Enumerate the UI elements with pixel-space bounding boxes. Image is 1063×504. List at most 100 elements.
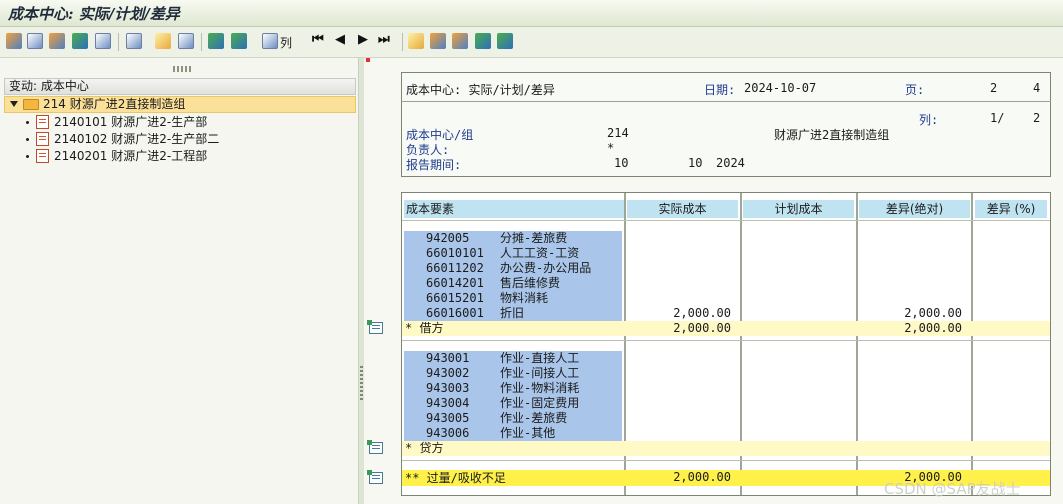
column-header-actual[interactable]: 实际成本: [627, 200, 738, 218]
new-document-icon[interactable]: [408, 33, 424, 49]
tree-node-child[interactable]: 2140201 财源广进2-工程部: [4, 148, 356, 165]
cost-element-name: 折旧: [500, 306, 525, 320]
cost-element-name: 作业-物料消耗: [500, 381, 580, 395]
cost-element-code: 66011202: [426, 261, 484, 275]
cost-element-row[interactable]: 942005 分摊-差旅费: [404, 231, 622, 247]
column-header-plan[interactable]: 计划成本: [743, 200, 854, 218]
cost-center-value: 214: [607, 126, 629, 140]
cost-element-name: 作业-直接人工: [500, 351, 580, 365]
cost-element-row[interactable]: 943001 作业-直接人工: [404, 351, 622, 367]
cost-element-row[interactable]: 66014201 售后维修费: [404, 276, 622, 292]
cost-element-row[interactable]: 943006 作业-其他: [404, 426, 622, 442]
header-divider: [401, 101, 1051, 102]
title-bar: 成本中心: 实际/计划/差异: [0, 0, 1063, 27]
tree-node-label: 214 财源广进2直接制造组: [43, 97, 186, 111]
subtotal-label: * 贷方: [405, 441, 444, 455]
report-document-icon: [36, 132, 49, 146]
export-icon[interactable]: [475, 33, 491, 49]
layout-icon[interactable]: [178, 33, 194, 49]
detail-view-icon[interactable]: [27, 33, 43, 49]
transfer-icon[interactable]: [497, 33, 513, 49]
drilldown-row-icon[interactable]: [367, 320, 383, 334]
owner-value: *: [607, 141, 615, 155]
report-title: 成本中心: 实际/计划/差异: [406, 83, 555, 97]
drilldown-row-icon[interactable]: [367, 440, 383, 454]
drilldown-row-icon[interactable]: [367, 470, 383, 484]
cost-element-row[interactable]: 66016001 折旧: [404, 306, 622, 322]
toolbar-separator: [201, 33, 202, 51]
column-header-variance-abs[interactable]: 差异(绝对): [859, 200, 970, 218]
cost-element-name: 物料消耗: [500, 291, 549, 305]
cost-element-row[interactable]: 943005 作业-差旅费: [404, 411, 622, 427]
cost-element-name: 作业-其他: [500, 426, 556, 440]
debit-variance-total: 2,000.00: [904, 321, 962, 335]
bullet-icon: [26, 138, 29, 141]
org-structure-icon[interactable]: [430, 33, 446, 49]
cost-center-name: 财源广进2直接制造组: [774, 128, 890, 142]
period-from: 10: [614, 156, 629, 170]
cost-element-name: 售后维修费: [500, 276, 561, 290]
cost-element-row[interactable]: 66011202 办公费-办公用品: [404, 261, 622, 277]
columns-button[interactable]: 列: [280, 34, 292, 51]
window-title: 成本中心: 实际/计划/差异: [8, 5, 180, 23]
total-label: ** 过量/吸收不足: [405, 471, 506, 485]
toolbar-separator: [402, 33, 403, 51]
credit-subtotal-row[interactable]: * 贷方: [402, 441, 1050, 456]
grid-icon[interactable]: [72, 33, 88, 49]
row-divider: [402, 460, 1050, 461]
application-toolbar: 列 ⏮ ◀ ▶ ⏭: [0, 27, 1063, 58]
cost-element-code: 66014201: [426, 276, 484, 290]
cost-element-name: 作业-间接人工: [500, 366, 580, 380]
cost-element-code: 942005: [426, 231, 470, 245]
cost-element-name: 办公费-办公用品: [500, 261, 592, 275]
tree-node-label: 2140102 财源广进2-生产部二: [54, 132, 220, 146]
row-divider: [402, 220, 1050, 221]
cost-element-code: 66010101: [426, 246, 484, 260]
tree-node-label: 2140101 财源广进2-生产部: [54, 115, 208, 129]
hierarchy-icon[interactable]: [6, 33, 22, 49]
cost-element-row[interactable]: 66015201 物料消耗: [404, 291, 622, 307]
pane-resize-grip[interactable]: [173, 66, 191, 72]
splitter-grip[interactable]: [360, 366, 363, 400]
grand-total-actual: 2,000.00: [673, 470, 731, 484]
cost-element-code: 943001: [426, 351, 470, 365]
tree-node-root[interactable]: 214 财源广进2直接制造组: [4, 96, 356, 113]
last-page-icon[interactable]: ⏭: [378, 32, 390, 47]
debit-actual-total: 2,000.00: [673, 321, 731, 335]
column-total: 2: [1033, 111, 1041, 125]
first-page-icon[interactable]: ⏮: [312, 32, 324, 47]
column-header-variance-pct[interactable]: 差异 (%): [975, 200, 1047, 218]
info-icon[interactable]: [95, 33, 111, 49]
select-icon[interactable]: [155, 33, 171, 49]
watermark: CSDN @SAP友战士: [884, 480, 1021, 498]
cost-element-row[interactable]: 66010101 人工工资-工资: [404, 246, 622, 262]
cost-element-row[interactable]: 943004 作业-固定费用: [404, 396, 622, 412]
column-header-cost-element[interactable]: 成本要素: [404, 200, 624, 218]
cost-element-code: 943005: [426, 411, 470, 425]
page-label: 页:: [905, 83, 925, 97]
cost-element-name: 人工工资-工资: [500, 246, 580, 260]
subtotal-label: * 借方: [405, 321, 444, 335]
previous-page-icon[interactable]: ◀: [335, 32, 345, 47]
tree-node-child[interactable]: 2140102 财源广进2-生产部二: [4, 131, 356, 148]
cost-element-name: 作业-固定费用: [500, 396, 580, 410]
cost-element-row[interactable]: 943003 作业-物料消耗: [404, 381, 622, 397]
variance-abs-value: 2,000.00: [904, 306, 962, 320]
drilldown-icon[interactable]: [49, 33, 65, 49]
expand-hierarchy-icon[interactable]: [452, 33, 468, 49]
next-page-icon[interactable]: ▶: [358, 32, 368, 47]
cost-element-code: 66015201: [426, 291, 484, 305]
page-current: 2: [990, 81, 998, 95]
tree-node-child[interactable]: 2140101 财源广进2-生产部: [4, 114, 356, 131]
cost-element-name: 作业-差旅费: [500, 411, 568, 425]
sort-ascending-icon[interactable]: [208, 33, 224, 49]
report-document-icon: [36, 115, 49, 129]
bullet-icon: [26, 155, 29, 158]
cost-element-row[interactable]: 943002 作业-间接人工: [404, 366, 622, 382]
binoculars-icon[interactable]: [262, 33, 278, 49]
expand-triangle-icon[interactable]: [10, 101, 18, 107]
toolbar-separator: [118, 33, 119, 51]
filter-icon[interactable]: [126, 33, 142, 49]
sort-descending-icon[interactable]: [231, 33, 247, 49]
cost-element-code: 66016001: [426, 306, 484, 320]
